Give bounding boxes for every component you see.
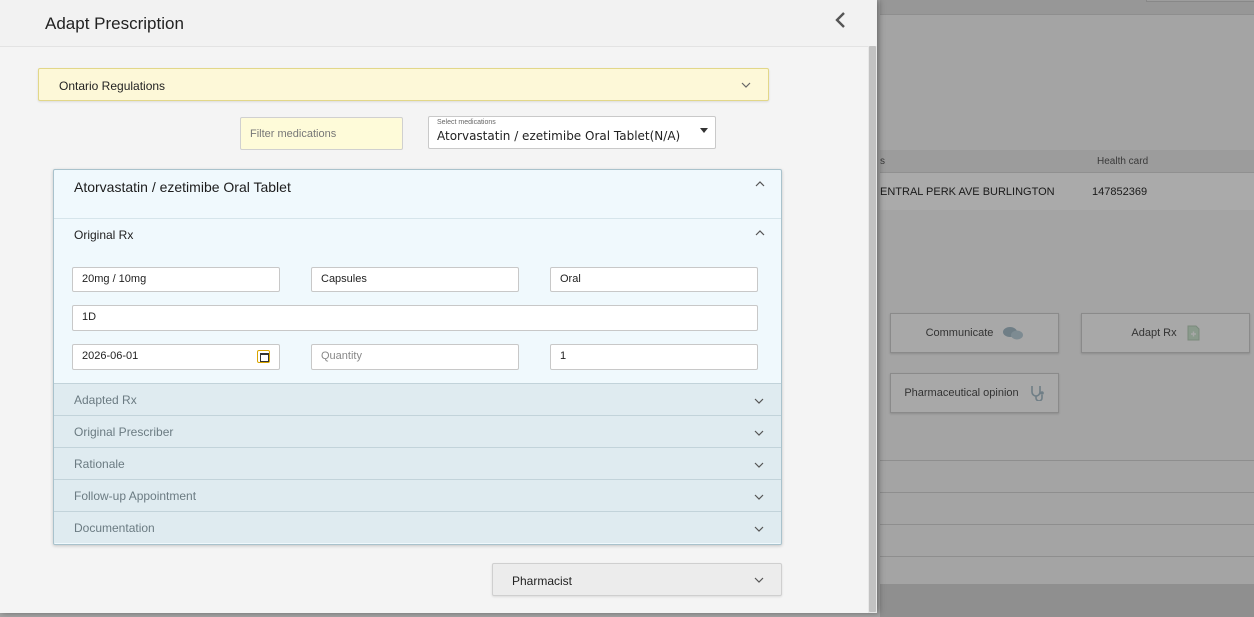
- original-rx-title[interactable]: Original Rx: [74, 228, 133, 242]
- background-row: [880, 460, 1254, 492]
- documentation-section[interactable]: Documentation: [54, 511, 781, 543]
- quantity-field[interactable]: Quantity: [311, 344, 519, 370]
- background-footer: [880, 584, 1254, 617]
- background-patient-table: s Health card ENTRAL PERK AVE BURLINGTON…: [880, 150, 1254, 210]
- chevron-down-icon: [754, 577, 764, 583]
- cell-address: ENTRAL PERK AVE BURLINGTON: [880, 186, 1055, 198]
- select-medications-dropdown[interactable]: Select medications Atorvastatin / ezetim…: [428, 116, 716, 149]
- chat-bubbles-icon: [1003, 327, 1024, 340]
- directions-field[interactable]: 1D: [72, 305, 758, 331]
- modal-header: Adapt Prescription: [0, 0, 877, 47]
- chevron-up-icon[interactable]: [755, 230, 765, 236]
- refills-field[interactable]: 1: [550, 344, 758, 370]
- cell-health-card: 147852369: [1092, 186, 1148, 198]
- background-top-button: [1146, 0, 1254, 2]
- date-field[interactable]: 2026-06-01: [72, 344, 280, 370]
- document-icon: [1187, 325, 1200, 341]
- scrollbar-thumb[interactable]: [869, 46, 876, 612]
- caret-down-icon: [700, 128, 708, 133]
- column-header-address: s: [880, 156, 885, 167]
- chevron-down-icon: [754, 398, 764, 404]
- medication-panel: Atorvastatin / ezetimibe Oral Tablet Ori…: [53, 169, 782, 545]
- pharmacist-dropdown[interactable]: Pharmacist: [492, 563, 782, 596]
- table-header: s Health card: [880, 150, 1254, 173]
- original-prescriber-label: Original Prescriber: [74, 425, 174, 439]
- original-prescriber-section[interactable]: Original Prescriber: [54, 415, 781, 447]
- communicate-button: Communicate: [890, 313, 1059, 353]
- medication-title: Atorvastatin / ezetimibe Oral Tablet: [74, 179, 291, 195]
- ontario-regulations-label: Ontario Regulations: [59, 79, 166, 93]
- pharmaceutical-opinion-button: Pharmaceutical opinion: [890, 373, 1059, 413]
- documentation-label: Documentation: [74, 521, 155, 535]
- route-field[interactable]: Oral: [550, 267, 758, 292]
- form-field[interactable]: Capsules: [311, 267, 519, 292]
- adapt-rx-button: Adapt Rx: [1081, 313, 1250, 353]
- chevron-down-icon: [741, 82, 751, 88]
- follow-up-appointment-label: Follow-up Appointment: [74, 489, 197, 503]
- adapted-rx-label: Adapted Rx: [74, 393, 137, 407]
- column-header-health-card: Health card: [1097, 156, 1149, 167]
- select-medications-caption: Select medications: [437, 119, 496, 126]
- background-row: [880, 492, 1254, 524]
- pharmaceutical-opinion-label: Pharmaceutical opinion: [904, 387, 1019, 399]
- adapt-prescription-modal: Adapt Prescription Ontario Regulations S…: [0, 0, 877, 613]
- pharmacist-label: Pharmacist: [512, 574, 573, 588]
- follow-up-appointment-section[interactable]: Follow-up Appointment: [54, 479, 781, 511]
- modal-title: Adapt Prescription: [45, 14, 184, 33]
- strength-field[interactable]: 20mg / 10mg: [72, 267, 280, 292]
- adapt-rx-label: Adapt Rx: [1131, 327, 1177, 339]
- rationale-label: Rationale: [74, 457, 125, 471]
- chevron-down-icon: [754, 430, 764, 436]
- rationale-section[interactable]: Rationale: [54, 447, 781, 479]
- communicate-label: Communicate: [925, 327, 994, 339]
- medication-panel-header[interactable]: Atorvastatin / ezetimibe Oral Tablet: [54, 170, 781, 219]
- chevron-down-icon: [754, 526, 764, 532]
- filter-medications-input[interactable]: [240, 117, 403, 150]
- chevron-down-icon: [754, 462, 764, 468]
- ontario-regulations-accordion[interactable]: Ontario Regulations: [38, 68, 769, 101]
- calendar-icon[interactable]: [257, 350, 270, 363]
- background-topbar: [880, 0, 1254, 15]
- chevron-down-icon: [754, 494, 764, 500]
- background-row: [880, 524, 1254, 556]
- stethoscope-icon: [1030, 386, 1044, 401]
- adapted-rx-section[interactable]: Adapted Rx: [54, 383, 781, 415]
- chevron-up-icon: [755, 181, 765, 187]
- select-medications-value: Atorvastatin / ezetimibe Oral Tablet(N/A…: [437, 129, 681, 143]
- chevron-left-icon[interactable]: [832, 10, 850, 30]
